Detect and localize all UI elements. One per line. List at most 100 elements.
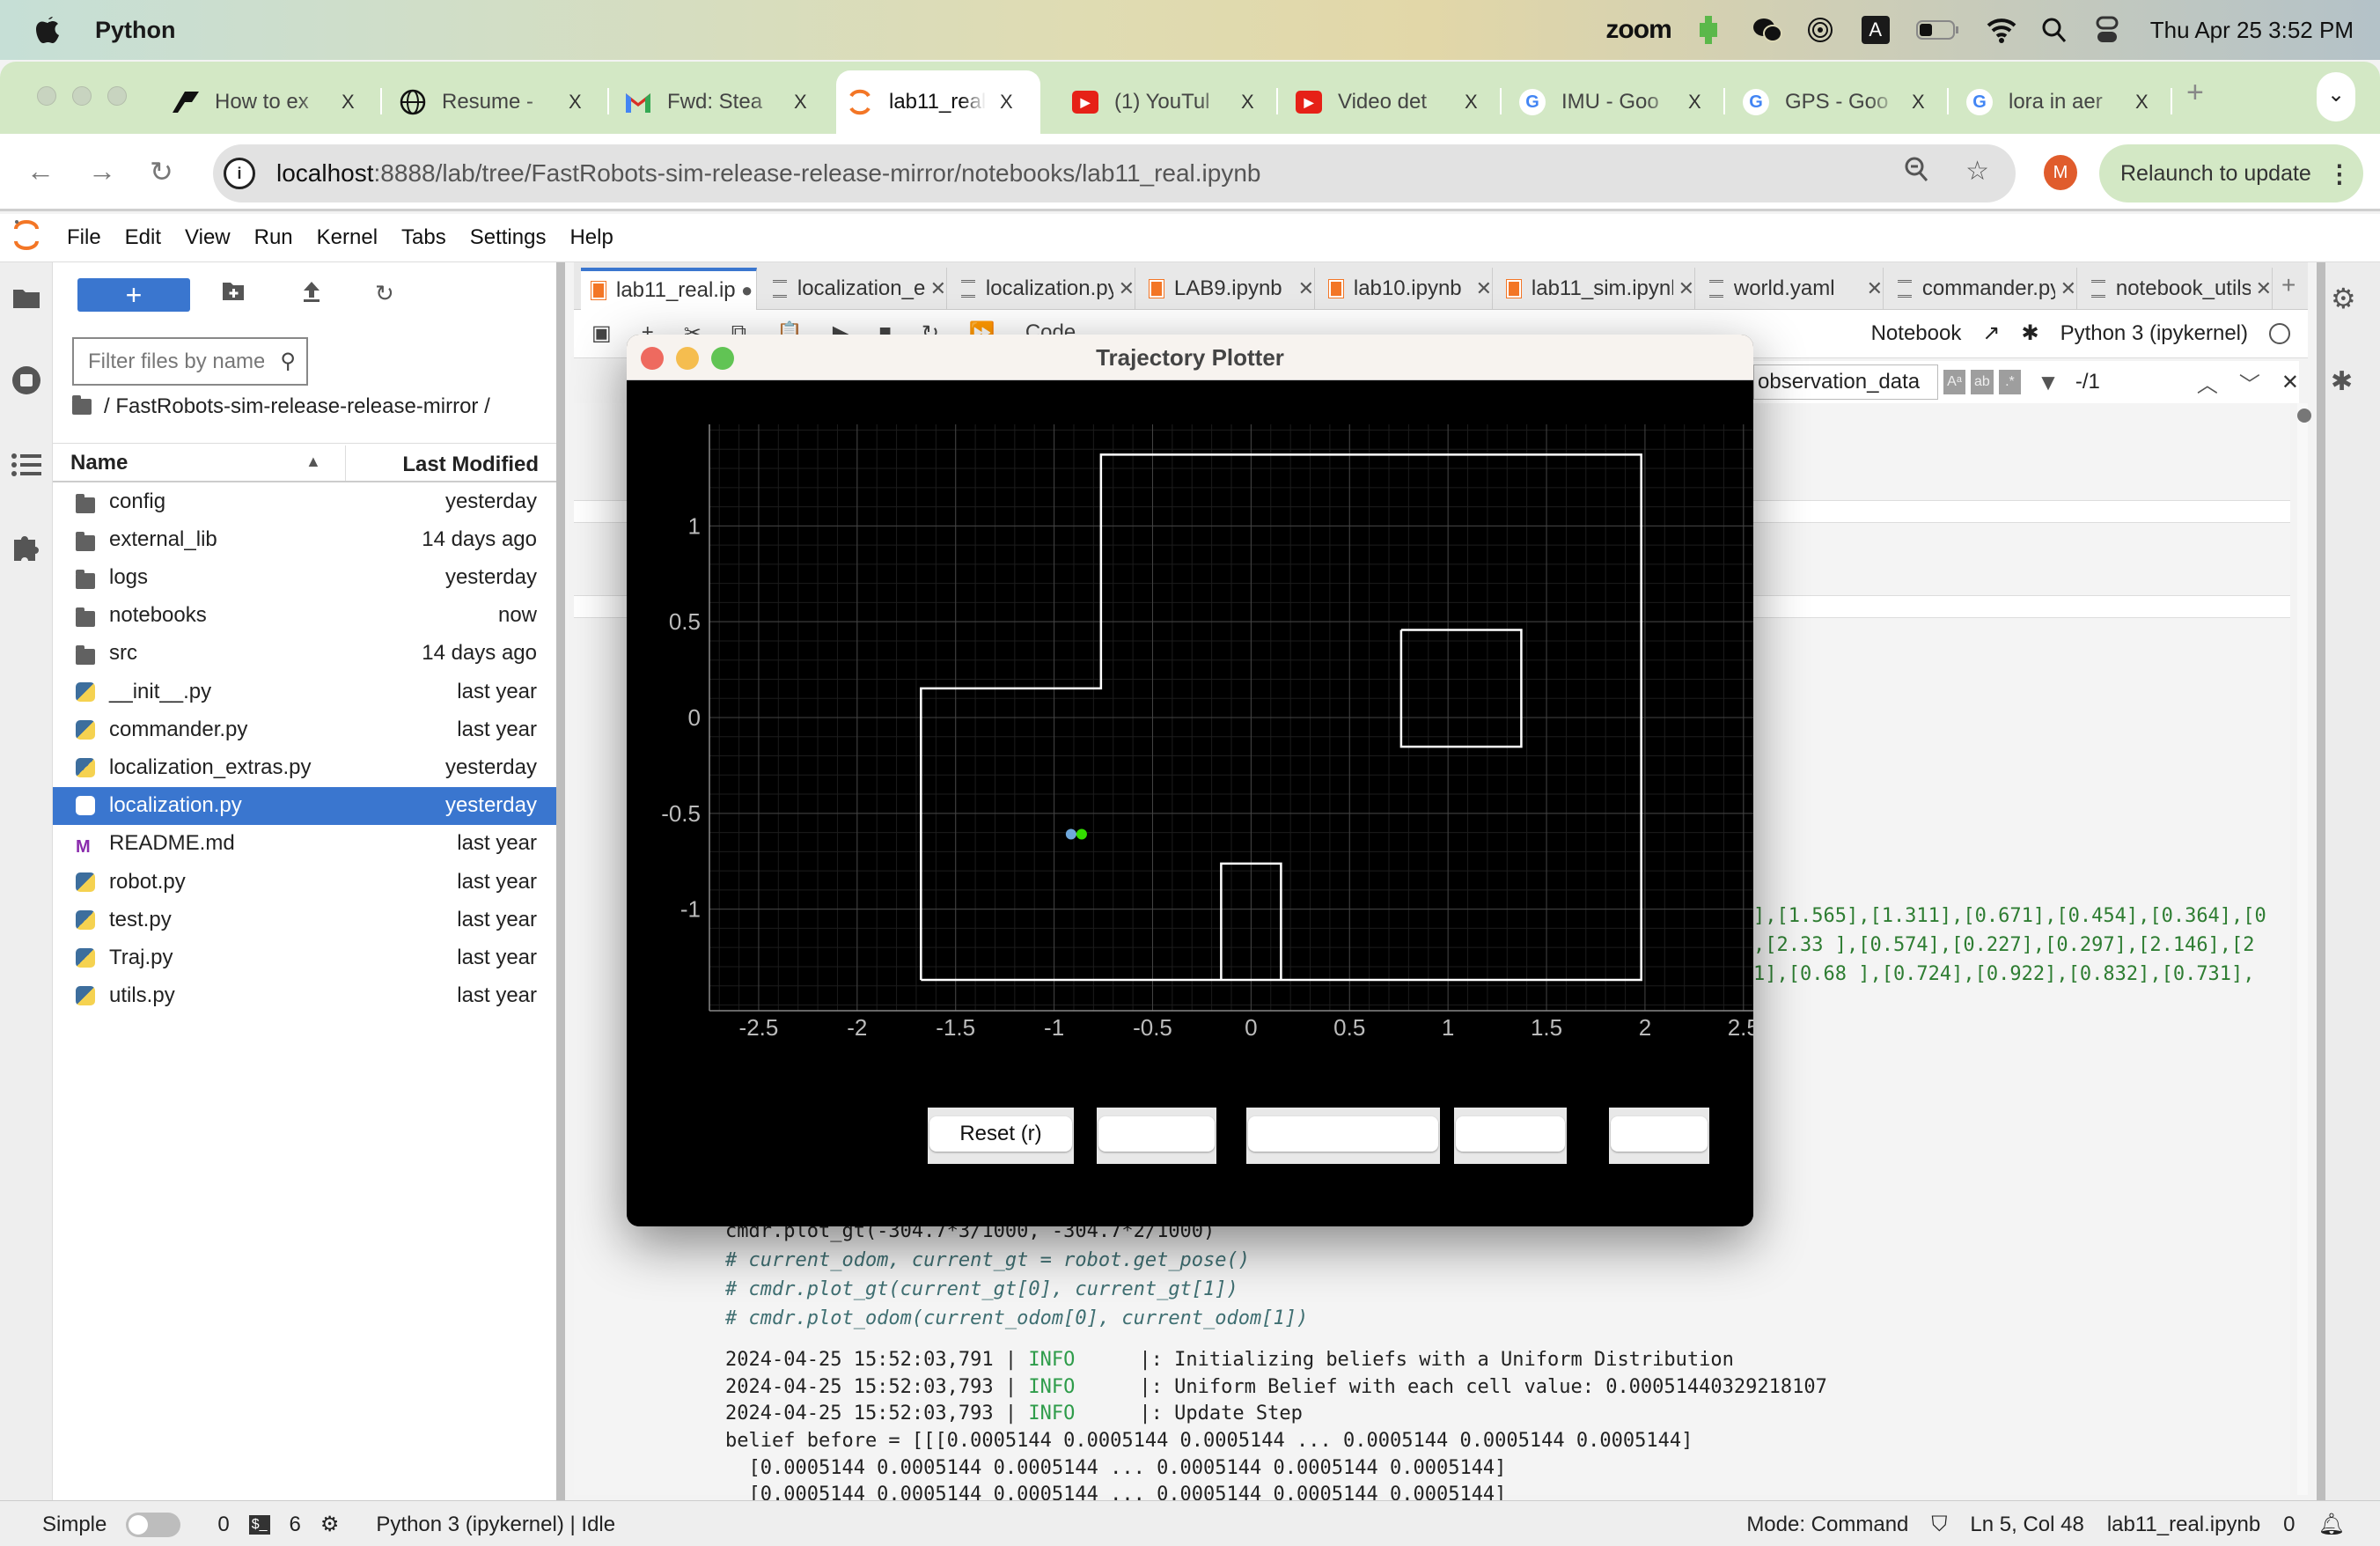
debugger-bug-icon[interactable]: ✱ (2021, 320, 2038, 346)
zoom-icon[interactable]: zoom (1605, 15, 1671, 45)
tab-close-icon[interactable]: ✕ (930, 277, 946, 300)
file-name[interactable]: src (109, 641, 137, 666)
tab-close-icon[interactable]: X (794, 91, 807, 114)
file-row[interactable]: utils.py last year (53, 977, 556, 1015)
kernel-count[interactable]: 6 (290, 1513, 301, 1537)
window-zoom-button[interactable] (107, 86, 127, 106)
document-tab[interactable]: lab11_sim.ipynb ✕ (1496, 268, 1695, 310)
file-name[interactable]: commander.py (109, 718, 247, 742)
tab-close-icon[interactable]: ✕ (2060, 277, 2076, 300)
code-comment-line[interactable]: # current_odom, current_gt = robot.get_p… (725, 1249, 1250, 1271)
notification-count[interactable]: 0 (2283, 1513, 2295, 1537)
table-of-contents-icon[interactable] (11, 449, 42, 481)
file-row[interactable]: config yesterday (53, 482, 556, 520)
column-header-name[interactable]: Name (70, 451, 128, 475)
tab-close-icon[interactable]: X (1912, 91, 1925, 114)
window-minimize-button[interactable] (72, 86, 92, 106)
back-button[interactable]: ← (26, 155, 55, 188)
running-kernels-icon[interactable] (11, 364, 42, 396)
menu-bar-clock[interactable]: Thu Apr 25 3:52 PM (2150, 17, 2354, 44)
file-filter-input[interactable]: ⚲ (72, 337, 308, 386)
file-name[interactable]: localization_extras.py (109, 755, 311, 780)
profile-avatar[interactable]: M (2044, 155, 2077, 190)
active-app-name[interactable]: Python (95, 17, 176, 44)
more-menu-icon[interactable]: ⋮ (2327, 159, 2352, 188)
file-row[interactable]: test.py last year (53, 901, 556, 939)
file-row[interactable]: notebooks now (53, 597, 556, 635)
notification-bell-icon[interactable]: 🔔︎ (2318, 1512, 2345, 1537)
notebook-scrollbar[interactable] (2297, 403, 2311, 1495)
relaunch-button[interactable]: Relaunch to update ⋮ (2099, 144, 2363, 202)
file-name[interactable]: robot.py (109, 870, 186, 894)
property-inspector-gear-icon[interactable]: ⚙ (2331, 282, 2356, 315)
code-comment-line[interactable]: # cmdr.plot_odom(current_odom[0], curren… (725, 1307, 1308, 1329)
plotter-title-bar[interactable]: Trajectory Plotter (627, 335, 1753, 380)
upload-icon[interactable] (301, 280, 322, 309)
tab-close-icon[interactable]: ✕ (1119, 277, 1135, 300)
file-name[interactable]: notebooks (109, 603, 207, 628)
code-comment-line[interactable]: # cmdr.plot_gt(current_gt[0], current_gt… (725, 1278, 1238, 1300)
zoom-page-icon[interactable] (1904, 156, 1930, 191)
window-close-button[interactable] (37, 86, 56, 106)
tab-close-icon[interactable]: X (1465, 91, 1478, 114)
wifi-icon[interactable] (1987, 16, 2016, 44)
trusted-shield-icon[interactable]: ⛉ (1931, 1513, 1947, 1537)
file-row[interactable]: localization_extras.py yesterday (53, 748, 556, 786)
file-row[interactable]: Traj.py last year (53, 939, 556, 976)
browser-tab[interactable]: Fwd: Stea X (625, 70, 819, 134)
match-case-icon[interactable]: Aᵃ (1943, 370, 1966, 394)
menu-tabs[interactable]: Tabs (401, 225, 446, 250)
file-name[interactable]: __init__.py (109, 680, 211, 704)
menu-view[interactable]: View (185, 225, 231, 250)
file-name[interactable]: config (109, 490, 165, 514)
unsaved-dot-icon[interactable]: ● (741, 279, 753, 302)
close-find-icon[interactable]: ✕ (2281, 370, 2299, 395)
browser-tab[interactable]: G IMU - Goo X (1519, 70, 1713, 134)
file-name[interactable]: localization.py (109, 793, 242, 818)
terminal-count[interactable]: 0 (217, 1513, 229, 1537)
tab-search-button[interactable]: ⌄ (2317, 72, 2355, 121)
new-launcher-button[interactable]: + (77, 278, 190, 312)
menu-settings[interactable]: Settings (470, 225, 547, 250)
menu-kernel[interactable]: Kernel (317, 225, 378, 250)
document-tab[interactable]: LAB9.ipynb ✕ (1139, 268, 1315, 310)
file-name[interactable]: test.py (109, 908, 172, 932)
android-icon[interactable] (1698, 16, 1726, 44)
file-row[interactable]: localization.py yesterday (53, 786, 556, 825)
browser-tab[interactable]: Resume -X (400, 70, 593, 134)
reset-button[interactable]: Reset (r) (929, 1116, 1072, 1152)
file-row[interactable]: logs yesterday (53, 558, 556, 596)
file-name[interactable]: utils.py (109, 983, 175, 1008)
document-tab[interactable]: lab11_real.ipynb● (581, 268, 757, 310)
save-icon[interactable]: ▣ (591, 320, 612, 346)
input-source-icon[interactable]: A (1861, 16, 1890, 44)
cursor-position[interactable]: Ln 5, Col 48 (1970, 1513, 2083, 1537)
next-match-icon[interactable]: ﹀ (2239, 367, 2260, 398)
file-browser-icon[interactable] (11, 282, 42, 313)
browser-tab-active[interactable]: lab11_real X (836, 70, 1040, 134)
tab-close-icon[interactable]: X (2135, 91, 2149, 114)
menu-edit[interactable]: Edit (125, 225, 161, 250)
document-tab[interactable]: lab10.ipynb ✕ (1319, 268, 1493, 310)
new-tab-button[interactable]: + (2186, 76, 2204, 110)
spotlight-icon[interactable] (2041, 16, 2069, 44)
document-tab[interactable]: localization_extras.py✕ (762, 268, 947, 310)
bookmark-star-icon[interactable]: ☆ (1965, 156, 1989, 191)
plotter-button[interactable] (1611, 1116, 1708, 1152)
file-filter-field[interactable] (88, 349, 264, 374)
control-center-icon[interactable] (2096, 16, 2124, 44)
extensions-puzzle-icon[interactable] (11, 532, 42, 563)
menu-run[interactable]: Run (254, 225, 293, 250)
kernel-status[interactable]: Python 3 (ipykernel) | Idle (376, 1513, 615, 1537)
file-name[interactable]: Traj.py (109, 946, 173, 970)
previous-match-icon[interactable]: ︿ (2197, 367, 2218, 398)
trajectory-plot[interactable]: -2.5 -2 -1.5 -1 -0.5 0 0.5 1 1.5 2 2.5 -1 -0.5 0 0.5 1 (627, 380, 1753, 1226)
column-header-last-modified[interactable]: Last Modified (402, 453, 539, 477)
filter-icon[interactable]: ▼ (2037, 369, 2060, 396)
whole-word-icon[interactable]: ab (1971, 370, 1994, 394)
notebook-mode-label[interactable]: Notebook (1871, 321, 1962, 346)
tab-close-icon[interactable]: ✕ (1678, 277, 1694, 300)
simple-mode-toggle[interactable] (126, 1512, 181, 1537)
file-row[interactable]: external_lib 14 days ago (53, 520, 556, 558)
tab-close-icon[interactable]: X (1241, 91, 1254, 114)
